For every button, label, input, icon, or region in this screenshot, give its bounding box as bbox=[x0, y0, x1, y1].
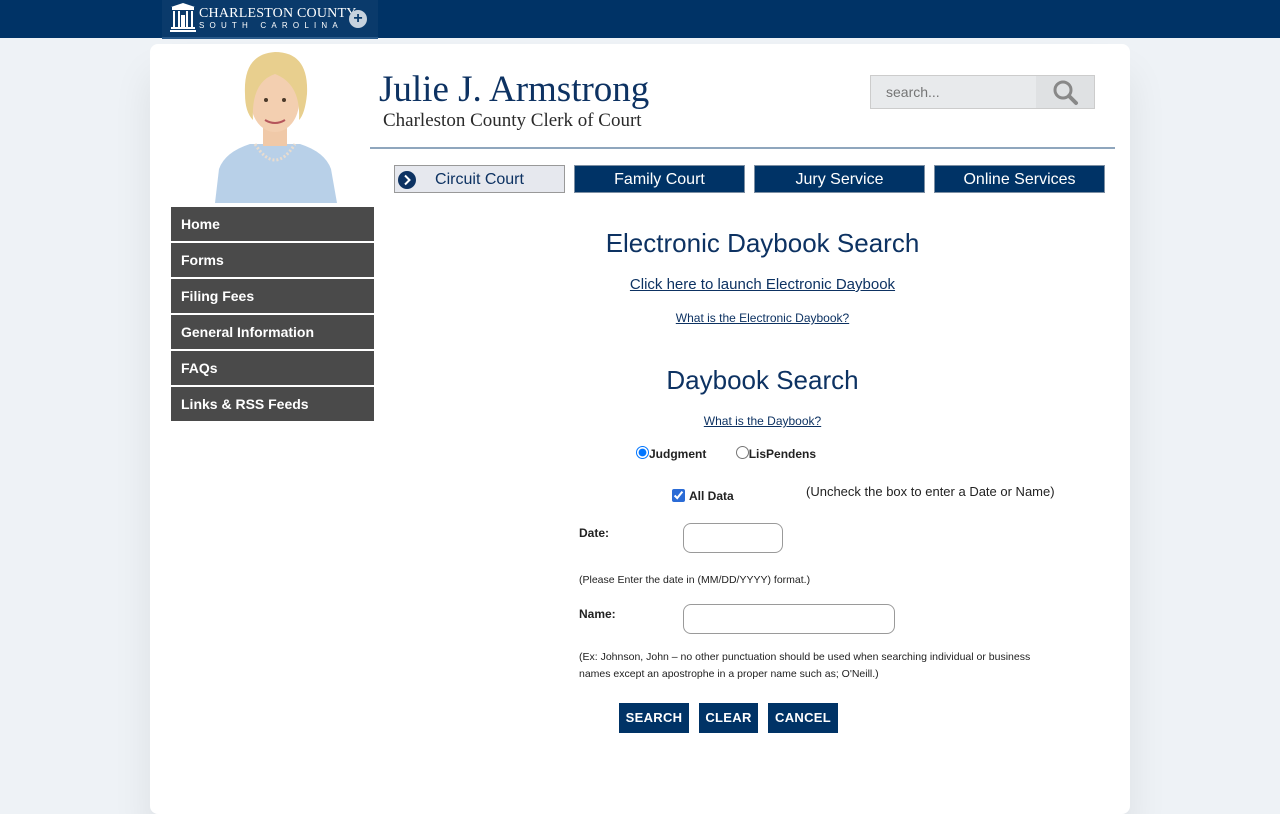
site-search bbox=[870, 75, 1095, 109]
sidebar-item-links-rss[interactable]: Links & RSS Feeds bbox=[171, 387, 374, 421]
county-logo[interactable]: CHARLESTON COUNTY SOUTH CAROLINA + bbox=[162, 0, 378, 39]
sidebar-item-forms[interactable]: Forms bbox=[171, 243, 374, 277]
sidebar-item-general-information[interactable]: General Information bbox=[171, 315, 374, 349]
judgment-radio[interactable] bbox=[636, 446, 649, 459]
record-type-radios: Judgment LisPendens bbox=[636, 446, 816, 461]
search-button[interactable] bbox=[1036, 76, 1094, 108]
sidebar-item-faqs[interactable]: FAQs bbox=[171, 351, 374, 385]
date-field[interactable] bbox=[683, 523, 783, 553]
lispendens-label: LisPendens bbox=[748, 447, 817, 461]
courthouse-icon bbox=[170, 3, 196, 32]
sidebar-item-filing-fees[interactable]: Filing Fees bbox=[171, 279, 374, 313]
logo-line2: SOUTH CAROLINA bbox=[199, 21, 343, 30]
date-label: Date: bbox=[579, 526, 610, 540]
sidebar-item-home[interactable]: Home bbox=[171, 207, 374, 241]
nav-jury-service[interactable]: Jury Service bbox=[754, 165, 925, 193]
logo-line1: CHARLESTON COUNTY bbox=[199, 6, 357, 21]
sidebar-nav: Home Forms Filing Fees General Informati… bbox=[171, 207, 374, 423]
what-is-daybook-link[interactable]: What is the Daybook? bbox=[390, 414, 1135, 428]
nav-circuit-court[interactable]: Circuit Court bbox=[394, 165, 565, 193]
daybook-search-heading: Daybook Search bbox=[666, 365, 859, 395]
magnifier-icon bbox=[1053, 80, 1078, 105]
nav-online-services[interactable]: Online Services bbox=[934, 165, 1105, 193]
launch-electronic-daybook-link[interactable]: Click here to launch Electronic Daybook bbox=[390, 276, 1135, 293]
electronic-daybook-heading: Electronic Daybook Search bbox=[605, 228, 920, 258]
date-format-note: (Please Enter the date in (MM/DD/YYYY) f… bbox=[579, 574, 811, 586]
judgment-label: Judgment bbox=[649, 447, 707, 461]
lispendens-radio[interactable] bbox=[735, 446, 749, 459]
all-data-checkbox[interactable] bbox=[672, 489, 685, 502]
search-input[interactable] bbox=[871, 76, 1051, 108]
nav-label: Circuit Court bbox=[435, 171, 524, 188]
search-submit-button[interactable]: SEARCH bbox=[619, 703, 689, 733]
name-field[interactable] bbox=[683, 604, 895, 634]
nav-label: Online Services bbox=[963, 171, 1076, 188]
all-data-label: All Data bbox=[689, 489, 734, 503]
what-is-electronic-daybook-link[interactable]: What is the Electronic Daybook? bbox=[390, 311, 1135, 325]
name-label: Name: bbox=[579, 607, 616, 621]
clear-button[interactable]: CLEAR bbox=[699, 703, 758, 733]
arrow-right-circle-icon bbox=[398, 171, 416, 189]
cancel-button[interactable]: CANCEL bbox=[768, 703, 838, 733]
nav-family-court[interactable]: Family Court bbox=[574, 165, 745, 193]
site-title: Julie J. Armstrong bbox=[379, 69, 650, 110]
clerk-portrait bbox=[205, 44, 345, 203]
header-divider bbox=[370, 147, 1115, 149]
all-data-hint: (Uncheck the box to enter a Date or Name… bbox=[806, 484, 1055, 499]
name-format-note: (Ex: Johnson, John – no other punctuatio… bbox=[579, 651, 1031, 680]
nav-label: Family Court bbox=[614, 171, 705, 188]
all-data-option: All Data bbox=[672, 489, 734, 503]
expand-plus-icon[interactable]: + bbox=[349, 10, 367, 28]
nav-label: Jury Service bbox=[795, 171, 884, 188]
site-subtitle: Charleston County Clerk of Court bbox=[383, 110, 642, 131]
